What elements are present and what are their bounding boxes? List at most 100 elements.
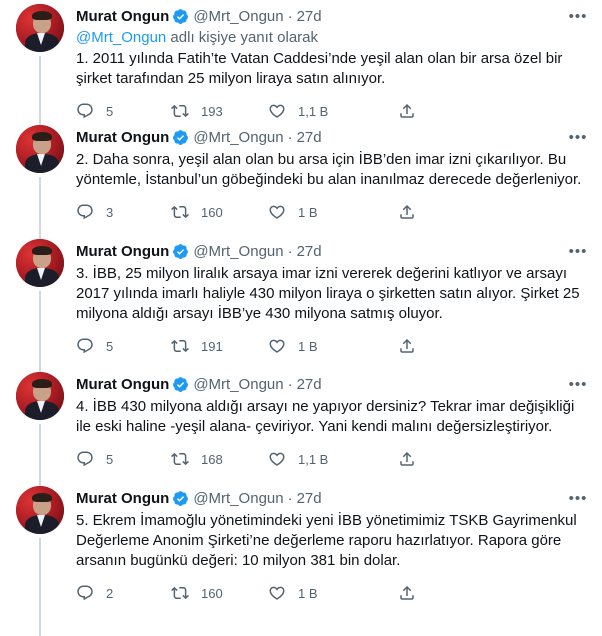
reply-button[interactable]: 5: [76, 102, 171, 120]
tweet-header: Murat Ongun @Mrt_Ongun · 27d •••: [76, 7, 588, 25]
like-icon: [269, 586, 285, 600]
author-handle[interactable]: @Mrt_Ongun: [193, 129, 283, 146]
reply-count: 5: [106, 103, 114, 119]
reply-button[interactable]: 5: [76, 337, 171, 355]
author-handle[interactable]: @Mrt_Ongun: [193, 490, 283, 507]
tweet-text: 3. İBB, 25 milyon liralık arsaya imar iz…: [76, 265, 584, 322]
reply-button[interactable]: 5: [76, 450, 171, 468]
retweet-button[interactable]: 193: [171, 102, 268, 120]
author-handle[interactable]: @Mrt_Ongun: [193, 8, 283, 25]
tweet-time[interactable]: 27d: [297, 376, 322, 393]
retweet-button[interactable]: 168: [171, 450, 268, 468]
retweet-count: 160: [201, 585, 223, 601]
like-button[interactable]: 1 B: [268, 337, 398, 355]
thread-line: [39, 424, 41, 482]
tweet-thread: Murat Ongun @Mrt_Ongun · 27d ••• @Mrt_On…: [0, 0, 602, 636]
retweet-count: 160: [201, 204, 223, 220]
like-button[interactable]: 1 B: [268, 584, 398, 602]
tweet-3[interactable]: Murat Ongun @Mrt_Ongun · 27d ••• 3. İBB,…: [0, 235, 602, 368]
more-options-icon[interactable]: •••: [568, 490, 588, 507]
retweet-button[interactable]: 160: [171, 203, 268, 221]
avatar[interactable]: [16, 372, 64, 420]
more-options-icon[interactable]: •••: [568, 243, 588, 260]
like-button[interactable]: 1,1 B: [268, 450, 398, 468]
tweet-text: 1. 2011 yılında Fatih’te Vatan Caddesi’n…: [76, 50, 567, 87]
reply-count: 3: [106, 204, 114, 220]
share-icon: [400, 204, 414, 219]
more-options-icon[interactable]: •••: [568, 376, 588, 393]
tweet-4[interactable]: Murat Ongun @Mrt_Ongun · 27d ••• 4. İBB …: [0, 368, 602, 482]
reply-count: 2: [106, 585, 114, 601]
share-button[interactable]: [398, 203, 416, 221]
verified-badge-icon: [173, 129, 189, 145]
verified-badge-icon: [173, 243, 189, 259]
tweet-text: 5. Ekrem İmamoğlu yönetimindeki yeni İBB…: [76, 512, 581, 569]
like-count: 1 B: [298, 585, 318, 601]
share-button[interactable]: [398, 450, 416, 468]
share-icon: [400, 451, 414, 466]
share-button[interactable]: [398, 584, 416, 602]
like-button[interactable]: 1 B: [268, 203, 398, 221]
share-icon: [400, 103, 414, 118]
like-count: 1,1 B: [298, 103, 329, 119]
verified-badge-icon: [173, 8, 189, 24]
avatar-column: [16, 368, 64, 482]
replying-mention[interactable]: @Mrt_Ongun: [76, 29, 166, 46]
reply-icon: [77, 585, 93, 601]
retweet-button[interactable]: 191: [171, 337, 268, 355]
author-handle[interactable]: @Mrt_Ongun: [193, 376, 283, 393]
tweet-time[interactable]: 27d: [297, 8, 322, 25]
author-handle[interactable]: @Mrt_Ongun: [193, 243, 283, 260]
avatar-column: [16, 482, 64, 636]
more-options-icon[interactable]: •••: [568, 129, 588, 146]
retweet-icon: [171, 339, 189, 353]
avatar[interactable]: [16, 486, 64, 534]
reply-button[interactable]: 3: [76, 203, 171, 221]
reply-icon: [77, 451, 93, 467]
like-icon: [269, 452, 285, 466]
share-button[interactable]: [398, 102, 416, 120]
reply-icon: [77, 103, 93, 119]
tweet-actions: 5 191 1 B: [76, 336, 586, 356]
tweet-actions: 5 193 1,1 B: [76, 101, 586, 121]
reply-icon: [77, 204, 93, 220]
tweet-text: 4. İBB 430 milyona aldığı arsayı ne yapı…: [76, 398, 579, 435]
retweet-button[interactable]: 160: [171, 584, 268, 602]
tweet-2[interactable]: Murat Ongun @Mrt_Ongun · 27d ••• 2. Daha…: [0, 121, 602, 235]
tweet-time[interactable]: 27d: [297, 243, 322, 260]
retweet-icon: [171, 205, 189, 219]
tweet-actions: 5 168 1,1 B: [76, 449, 586, 469]
avatar[interactable]: [16, 4, 64, 52]
share-button[interactable]: [398, 337, 416, 355]
thread-line: [39, 177, 41, 235]
tweet-time[interactable]: 27d: [297, 129, 322, 146]
verified-badge-icon: [173, 376, 189, 392]
retweet-count: 191: [201, 338, 223, 354]
avatar-column: [16, 121, 64, 235]
tweet-header: Murat Ongun @Mrt_Ongun · 27d •••: [76, 128, 588, 146]
tweet-header: Murat Ongun @Mrt_Ongun · 27d •••: [76, 375, 588, 393]
tweet-5[interactable]: Murat Ongun @Mrt_Ongun · 27d ••• 5. Ekre…: [0, 482, 602, 636]
tweet-text: 2. Daha sonra, yeşil alan olan bu arsa i…: [76, 151, 582, 188]
tweet-time[interactable]: 27d: [297, 490, 322, 507]
reply-icon: [77, 338, 93, 354]
avatar[interactable]: [16, 125, 64, 173]
author-name[interactable]: Murat Ongun: [76, 8, 169, 25]
more-options-icon[interactable]: •••: [568, 8, 588, 25]
author-name[interactable]: Murat Ongun: [76, 243, 169, 260]
author-name[interactable]: Murat Ongun: [76, 376, 169, 393]
tweet-1[interactable]: Murat Ongun @Mrt_Ongun · 27d ••• @Mrt_On…: [0, 0, 602, 121]
like-count: 1 B: [298, 204, 318, 220]
author-name[interactable]: Murat Ongun: [76, 490, 169, 507]
share-icon: [400, 338, 414, 353]
avatar[interactable]: [16, 239, 64, 287]
tweet-actions: 3 160 1 B: [76, 202, 586, 222]
author-name[interactable]: Murat Ongun: [76, 129, 169, 146]
tweet-actions: 2 160 1 B: [76, 583, 586, 603]
like-icon: [269, 339, 285, 353]
like-button[interactable]: 1,1 B: [268, 102, 398, 120]
reply-button[interactable]: 2: [76, 584, 171, 602]
thread-line: [39, 56, 41, 121]
like-icon: [269, 104, 285, 118]
like-icon: [269, 205, 285, 219]
